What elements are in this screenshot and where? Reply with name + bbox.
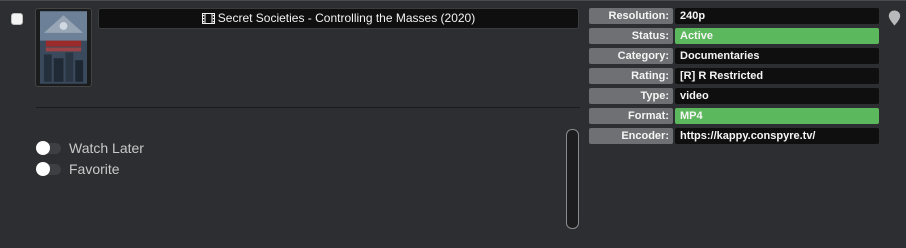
info-row-format: Format: MP4	[589, 108, 879, 124]
video-card: Secret Societies - Controlling the Masse…	[0, 0, 906, 248]
favorite-toggle[interactable]	[36, 162, 62, 176]
watch-later-toggle[interactable]	[36, 141, 62, 155]
video-title: Secret Societies - Controlling the Masse…	[217, 11, 476, 25]
info-label: Format:	[589, 108, 673, 124]
format-badge: MP4	[675, 108, 879, 124]
info-value: https://kappy.conspyre.tv/	[675, 128, 879, 144]
info-row-rating: Rating: [R] R Restricted	[589, 68, 879, 84]
info-table: Resolution: 240p Status: Active Category…	[589, 8, 879, 148]
video-title-bar[interactable]: Secret Societies - Controlling the Masse…	[98, 8, 579, 29]
select-checkbox[interactable]	[11, 13, 23, 25]
info-row-category: Category: Documentaries	[589, 48, 879, 64]
favorite-label: Favorite	[69, 161, 120, 177]
scrollbar[interactable]	[566, 129, 579, 229]
poster-image	[40, 11, 87, 84]
info-label: Category:	[589, 48, 673, 64]
info-label: Encoder:	[589, 128, 673, 144]
info-value: video	[675, 88, 879, 104]
info-value: 240p	[675, 8, 879, 24]
info-row-resolution: Resolution: 240p	[589, 8, 879, 24]
watch-later-toggle-row[interactable]: Watch Later	[36, 140, 144, 156]
watch-later-label: Watch Later	[69, 140, 144, 156]
info-row-status: Status: Active	[589, 28, 879, 44]
map-pin-icon[interactable]	[888, 10, 901, 26]
info-label: Rating:	[589, 68, 673, 84]
info-label: Status:	[589, 28, 673, 44]
favorite-toggle-row[interactable]: Favorite	[36, 161, 120, 177]
film-icon	[201, 11, 215, 30]
status-badge: Active	[675, 28, 879, 44]
info-label: Type:	[589, 88, 673, 104]
poster-thumbnail[interactable]	[35, 8, 92, 87]
info-row-type: Type: video	[589, 88, 879, 104]
info-value: [R] R Restricted	[675, 68, 879, 84]
info-row-encoder: Encoder: https://kappy.conspyre.tv/	[589, 128, 879, 144]
info-value: Documentaries	[675, 48, 879, 64]
divider	[36, 107, 580, 108]
info-label: Resolution:	[589, 8, 673, 24]
